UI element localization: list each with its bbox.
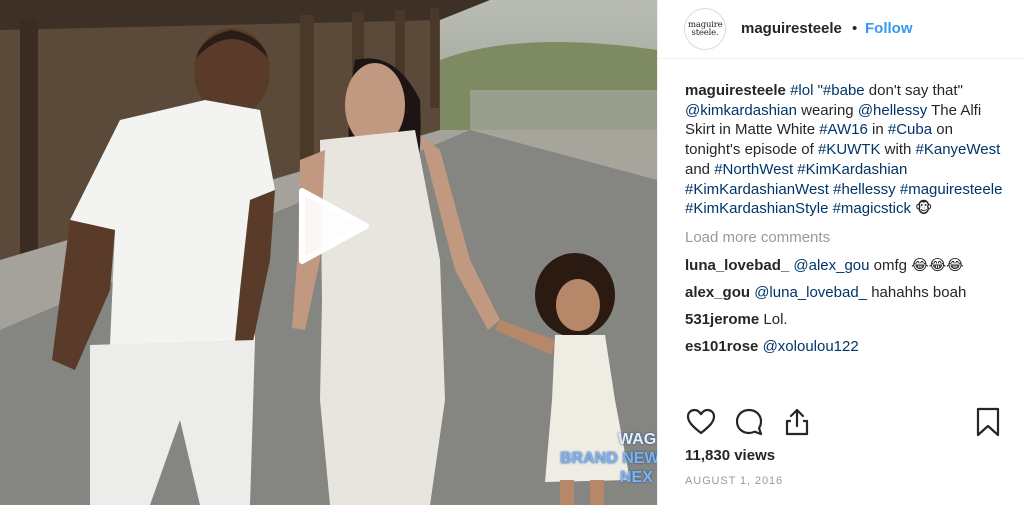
comment-list: luna_lovebad_ @alex_gou omfg 😂😂😂 alex_gou… <box>685 256 1005 357</box>
caption-text-segment: don't say that" <box>864 82 963 99</box>
hashtag-link[interactable]: #Cuba <box>888 121 932 138</box>
comment-icon[interactable] <box>734 407 764 437</box>
comments-section: maguiresteele #lol "#babe don't say that… <box>685 81 1005 364</box>
share-icon[interactable] <box>782 407 812 437</box>
play-icon[interactable] <box>294 188 370 264</box>
comment-username[interactable]: es101rose <box>685 338 758 355</box>
action-bar <box>658 400 1024 442</box>
comment-row: alex_gou @luna_lovebad_ hahahhs boah <box>685 283 1005 303</box>
hashtag-link[interactable]: @kimkardashian <box>685 102 797 119</box>
caption-text-segment: wearing <box>796 101 858 119</box>
view-count[interactable]: 11,830 views <box>685 447 775 464</box>
comment-row: luna_lovebad_ @alex_gou omfg 😂😂😂 <box>685 256 1005 276</box>
heart-icon[interactable] <box>686 407 716 437</box>
caption-text-segment: 🐵 <box>910 200 933 218</box>
hashtag-link[interactable]: #AW16 <box>819 121 868 138</box>
hashtag-link[interactable]: #lol <box>790 82 813 99</box>
load-more-comments-button[interactable]: Load more comments <box>685 228 1005 248</box>
comment-text: hahahhs boah <box>867 283 967 301</box>
hashtag-link[interactable]: @hellessy <box>858 102 927 119</box>
comment-username[interactable]: luna_lovebad_ <box>685 257 789 274</box>
overlay-line-3: NEX <box>620 469 653 486</box>
post-panel: maguire steele. maguiresteele • Follow m… <box>657 0 1024 505</box>
mention-link[interactable]: @alex_gou <box>793 257 869 274</box>
bookmark-icon[interactable] <box>973 407 1003 437</box>
avatar[interactable]: maguire steele. <box>684 8 726 50</box>
hashtag-link[interactable]: #maguiresteele <box>900 181 1003 198</box>
caption-text-segment: and <box>685 160 715 178</box>
hashtag-link[interactable]: #babe <box>823 82 865 99</box>
hashtag-link[interactable]: #magicstick <box>833 200 911 217</box>
header-separator: • <box>852 20 858 37</box>
post-date[interactable]: AUGUST 1, 2016 <box>685 475 783 487</box>
caption: maguiresteele #lol "#babe don't say that… <box>685 81 1005 219</box>
caption-text-segment: in <box>867 121 888 139</box>
caption-text: #lol "#babe don't say that" @kimkardashi… <box>685 82 1002 217</box>
comment-text: omfg 😂😂😂 <box>869 256 964 274</box>
avatar-text-bottom: steele. <box>691 28 719 38</box>
comment-row: es101rose @xoloulou122 <box>685 337 1005 357</box>
caption-text-segment: " <box>813 82 823 99</box>
comment-username[interactable]: alex_gou <box>685 284 750 301</box>
header-username[interactable]: maguiresteele <box>741 20 842 37</box>
hashtag-link[interactable]: #hellessy <box>833 181 896 198</box>
mention-link[interactable]: @luna_lovebad_ <box>754 284 867 301</box>
hashtag-link[interactable]: #KanyeWest <box>916 141 1001 158</box>
post-video[interactable]: WAG BRAND NEW NEX <box>0 0 657 505</box>
overlay-line-1: WAG <box>618 431 657 448</box>
hashtag-link[interactable]: #KimKardashianStyle <box>685 200 828 217</box>
tv-overlay-text: WAG BRAND NEW NEX <box>560 430 657 487</box>
post-header: maguire steele. maguiresteele • Follow <box>658 0 1024 59</box>
follow-button[interactable]: Follow <box>865 20 913 37</box>
caption-text-segment: with <box>880 141 916 159</box>
hashtag-link[interactable]: #NorthWest <box>714 161 793 178</box>
mention-link[interactable]: @xoloulou122 <box>763 338 859 355</box>
caption-username[interactable]: maguiresteele <box>685 82 786 99</box>
hashtag-link[interactable]: #KimKardashian <box>797 161 907 178</box>
hashtag-link[interactable]: #KUWTK <box>818 141 881 158</box>
comment-row: 531jerome Lol. <box>685 310 1005 330</box>
hashtag-link[interactable]: #KimKardashianWest <box>685 181 829 198</box>
comment-username[interactable]: 531jerome <box>685 311 759 328</box>
comment-text: Lol. <box>763 310 788 328</box>
overlay-line-2: BRAND NEW <box>560 450 657 467</box>
